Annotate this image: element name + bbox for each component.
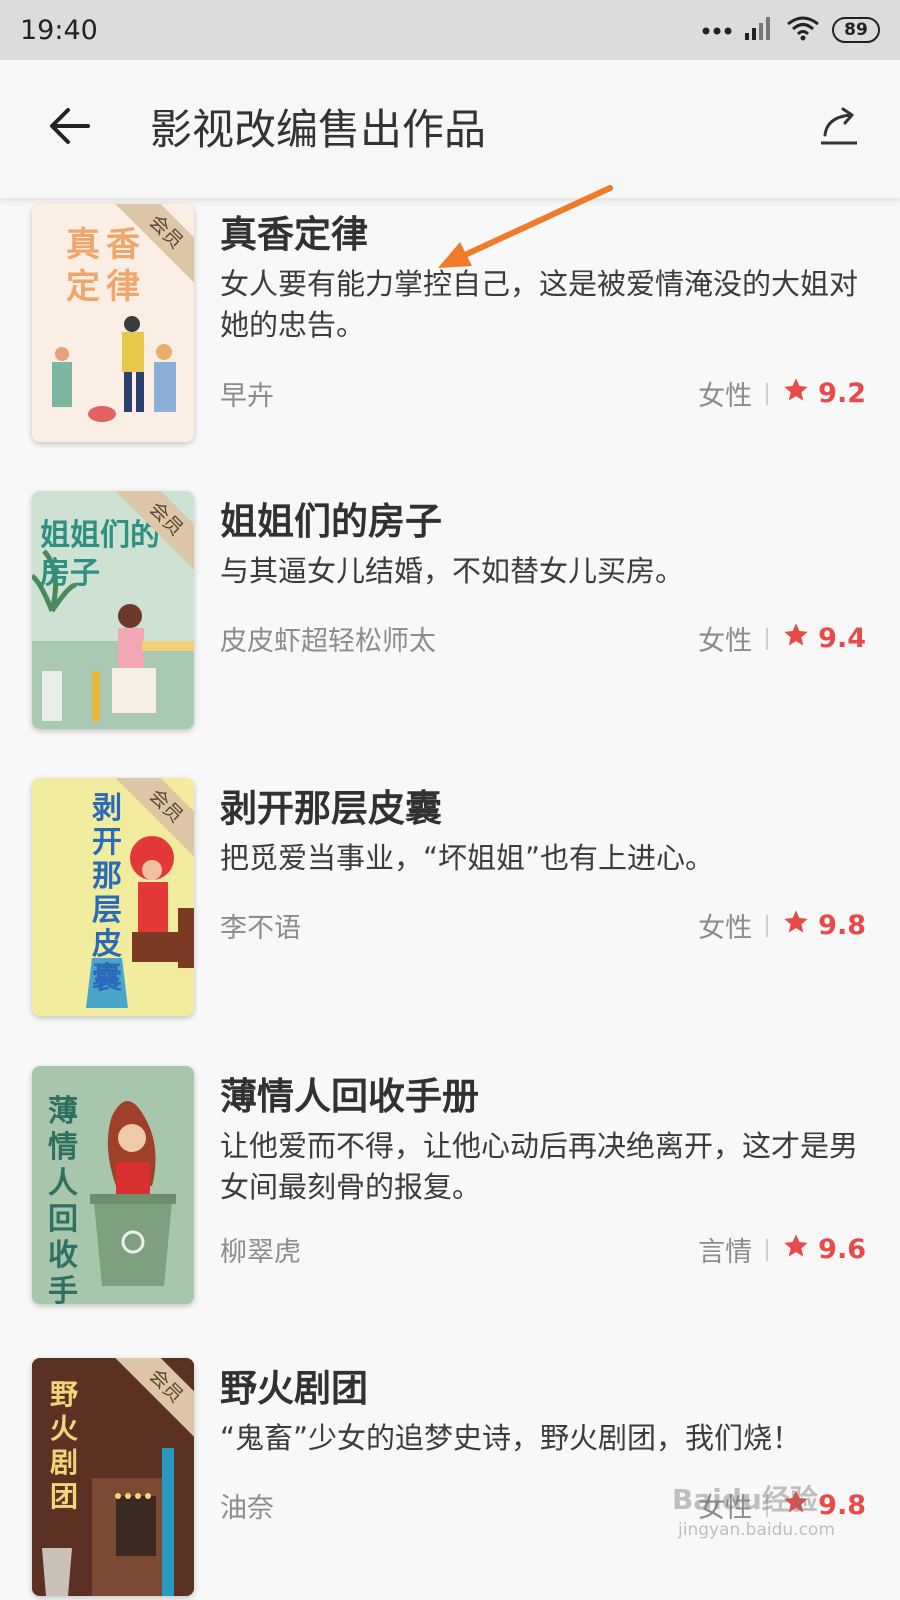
list-item[interactable]: 姐姐们的 房子 会员 姐姐们的房子 与其逼女儿结婚，不如替女儿买房。 皮皮虾超轻松…: [0, 479, 900, 739]
app-bar: 影视改编售出作品: [0, 60, 900, 198]
book-author: 早卉: [220, 381, 274, 412]
book-author: 柳翠虎: [220, 1237, 301, 1268]
book-title: 姐姐们的房子: [220, 500, 442, 543]
book-genre: 女性: [698, 626, 753, 657]
page-title: 影视改编售出作品: [150, 105, 487, 154]
book-rating: 9.8: [818, 910, 866, 941]
meta-divider: [766, 1238, 769, 1261]
status-icons: 89: [702, 15, 880, 45]
cover-title: 薄情人回收手册: [48, 1094, 78, 1304]
book-title: 真香定律: [220, 213, 368, 256]
star-icon: [782, 908, 810, 943]
book-rating: 9.8: [818, 1490, 866, 1521]
wifi-icon: [786, 15, 820, 45]
more-dots-icon: [702, 21, 732, 40]
meta-divider: [766, 382, 769, 405]
book-cover: 真香 定律 会员: [32, 204, 194, 442]
book-rating: 9.4: [818, 623, 866, 654]
status-time: 19:40: [20, 14, 98, 46]
book-cover: 薄情人回收手册: [32, 1066, 194, 1304]
book-rating: 9.6: [818, 1234, 866, 1265]
star-icon: [782, 1232, 810, 1267]
book-cover: 姐姐们的 房子 会员: [32, 491, 194, 729]
back-arrow-icon: [48, 106, 92, 150]
book-description: 把觅爱当事业，“坏姐姐”也有上进心。: [220, 841, 715, 875]
book-title: 野火剧团: [220, 1367, 368, 1410]
cover-title: 姐姐们的 房子: [40, 518, 160, 591]
book-meta: 女性 9.8: [698, 906, 866, 945]
book-title: 薄情人回收手册: [220, 1075, 479, 1118]
cover-title: 野火剧团: [50, 1378, 79, 1513]
book-cover: 剥开那层皮囊 会员: [32, 778, 194, 1016]
book-meta: 女性 9.4: [698, 619, 866, 658]
star-icon: [782, 376, 810, 411]
meta-divider: [766, 627, 769, 650]
list-item[interactable]: 野火剧团 会员 野火剧团 “鬼畜”少女的追梦史诗，野火剧团，我们烧！ 油奈 女性…: [0, 1346, 900, 1600]
book-author: 李不语: [220, 913, 301, 944]
share-icon: [815, 105, 861, 151]
list-item[interactable]: 薄情人回收手册 薄情人回收手册 让他爱而不得，让他心动后再决绝离开，这才是男女间…: [0, 1054, 900, 1344]
back-button[interactable]: [40, 98, 100, 158]
star-icon: [782, 621, 810, 656]
annotation-arrow-icon: [438, 185, 613, 268]
book-meta: 女性 9.2: [698, 374, 866, 413]
cover-title: 剥开那层皮囊: [92, 791, 122, 996]
share-button[interactable]: [810, 100, 866, 156]
status-bar: 19:40 89: [0, 0, 900, 60]
book-author: 油奈: [220, 1493, 274, 1524]
book-description: “鬼畜”少女的追梦史诗，野火剧团，我们烧！: [220, 1421, 802, 1455]
book-rating: 9.2: [818, 378, 866, 409]
meta-divider: [766, 914, 769, 937]
battery-icon: 89: [832, 17, 880, 43]
book-description: 与其逼女儿结婚，不如替女儿买房。: [220, 554, 685, 588]
book-list: 真香 定律 会员 真香定律 女人要有能力掌控自己，这是被爱情淹没的大姐对她的忠告。…: [0, 198, 900, 1600]
watermark-url: jingyan.baidu.com: [678, 1520, 835, 1540]
book-description: 让他爱而不得，让他心动后再决绝离开，这才是男女间最刻骨的报复。: [220, 1129, 859, 1204]
list-item[interactable]: 剥开那层皮囊 会员 剥开那层皮囊 把觅爱当事业，“坏姐姐”也有上进心。 李不语 …: [0, 766, 900, 1026]
book-meta: 言情 9.6: [698, 1230, 866, 1269]
watermark: Baidu经验: [672, 1483, 818, 1516]
book-title: 剥开那层皮囊: [220, 787, 442, 830]
book-genre: 言情: [698, 1237, 753, 1268]
book-author: 皮皮虾超轻松师太: [220, 626, 436, 657]
book-cover: 野火剧团 会员: [32, 1358, 194, 1596]
signal-icon: [744, 15, 774, 45]
book-genre: 女性: [698, 913, 753, 944]
book-genre: 女性: [698, 381, 753, 412]
